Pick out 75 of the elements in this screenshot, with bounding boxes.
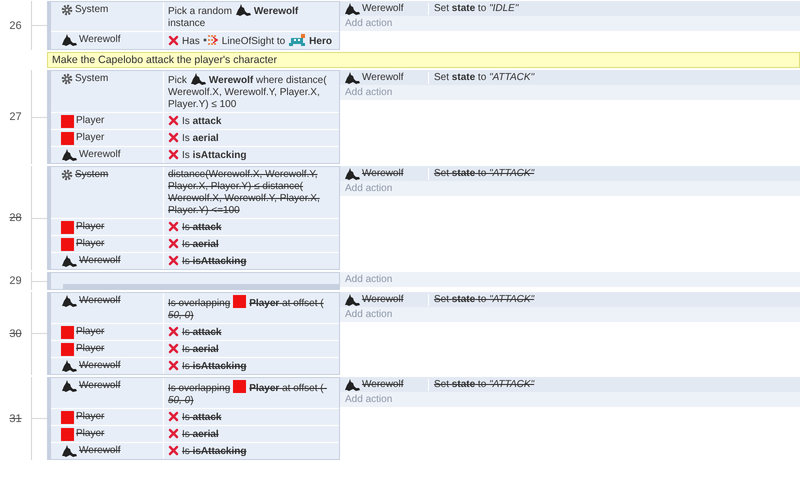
object-name: Player: [76, 428, 104, 440]
animal-icon: [61, 380, 77, 392]
object-name: Werewolf: [79, 34, 120, 46]
object-name: Player: [76, 411, 104, 423]
condition-text[interactable]: Werewolf where distance(: [208, 75, 327, 87]
object-name: Werewolf: [79, 445, 120, 457]
animal-icon: [344, 168, 360, 180]
condition-text[interactable]: Hero: [309, 36, 332, 48]
object-name: Player: [76, 115, 104, 127]
condition-text[interactable]: Werewolf: [254, 6, 298, 18]
animal-icon: [190, 73, 206, 85]
square-icon: [61, 132, 74, 145]
condition-text[interactable]: Pick a random: [168, 6, 232, 18]
line-number: 31: [9, 412, 22, 424]
animal-icon: [61, 34, 77, 46]
line-number: 27: [9, 111, 22, 123]
action-text[interactable]: Set state to "IDLE": [428, 3, 518, 15]
square-icon: [233, 295, 246, 308]
animal-icon: [344, 72, 360, 84]
condition-text[interactable]: Is isAttacking: [182, 150, 246, 162]
square-icon: [61, 428, 74, 441]
object-name: Werewolf: [362, 168, 404, 180]
object-name: Player: [76, 343, 104, 355]
event-block[interactable]: [47, 272, 340, 290]
square-icon: [61, 326, 74, 339]
gear-icon: [61, 169, 73, 181]
object-name: Werewolf: [362, 72, 404, 84]
animal-icon: [344, 379, 360, 391]
line-number: 28: [9, 212, 22, 224]
object-name: Werewolf: [79, 149, 120, 161]
object-name: Werewolf: [79, 360, 120, 372]
animal-icon: [234, 4, 251, 16]
square-icon: [61, 221, 74, 234]
condition-text[interactable]: Has: [182, 36, 200, 48]
animal-icon: [61, 295, 77, 307]
animal-icon: [344, 294, 360, 306]
condition-text[interactable]: Werewolf.X, Werewolf.Y, Player.X, Player.Y) ≤ 100: [168, 87, 334, 111]
condition-text[interactable]: LineOfSight to: [222, 36, 286, 48]
object-name: Player: [76, 221, 104, 233]
animal-icon: [61, 445, 77, 457]
object-name: Player: [76, 132, 104, 144]
line-number: 29: [9, 275, 22, 287]
gear-icon: [61, 4, 73, 16]
animal-icon: [344, 3, 360, 15]
object-name: Werewolf: [79, 380, 120, 392]
object-name: Werewolf: [362, 3, 404, 15]
beam-icon: [202, 34, 219, 46]
animal-icon: [61, 149, 77, 161]
object-name: Player: [76, 238, 104, 250]
object-name: System: [75, 4, 108, 16]
gear-icon: [61, 73, 73, 85]
line-number: 30: [9, 328, 22, 340]
event-block[interactable]: System Pick a random Werewolf instance Werewolf Has LineOfSight to Hero: [47, 1, 340, 50]
object-name: Werewolf: [362, 294, 404, 306]
animal-icon: [61, 255, 77, 267]
square-icon: [61, 411, 74, 424]
object-name: System: [75, 73, 108, 85]
square-icon: [233, 380, 246, 393]
square-icon: [61, 343, 74, 356]
animal-icon: [61, 360, 77, 372]
action-text[interactable]: Set state to "ATTACK": [428, 72, 534, 84]
object-name: Werewolf: [79, 255, 120, 267]
condition-text[interactable]: Is attack: [182, 116, 222, 128]
sprite-icon: [288, 34, 306, 46]
object-name: Player: [76, 326, 104, 338]
object-name: Werewolf: [362, 379, 404, 391]
condition-text[interactable]: Is aerial: [182, 133, 219, 145]
condition-text[interactable]: instance: [168, 18, 206, 30]
square-icon: [61, 115, 74, 128]
object-name: Werewolf: [79, 295, 120, 307]
object-name: System: [75, 169, 108, 181]
event-comment[interactable]: Make the Capelobo attack the player's character: [47, 52, 800, 68]
condition-text[interactable]: Pick: [168, 75, 187, 87]
square-icon: [61, 238, 74, 251]
line-number: 26: [9, 20, 22, 32]
